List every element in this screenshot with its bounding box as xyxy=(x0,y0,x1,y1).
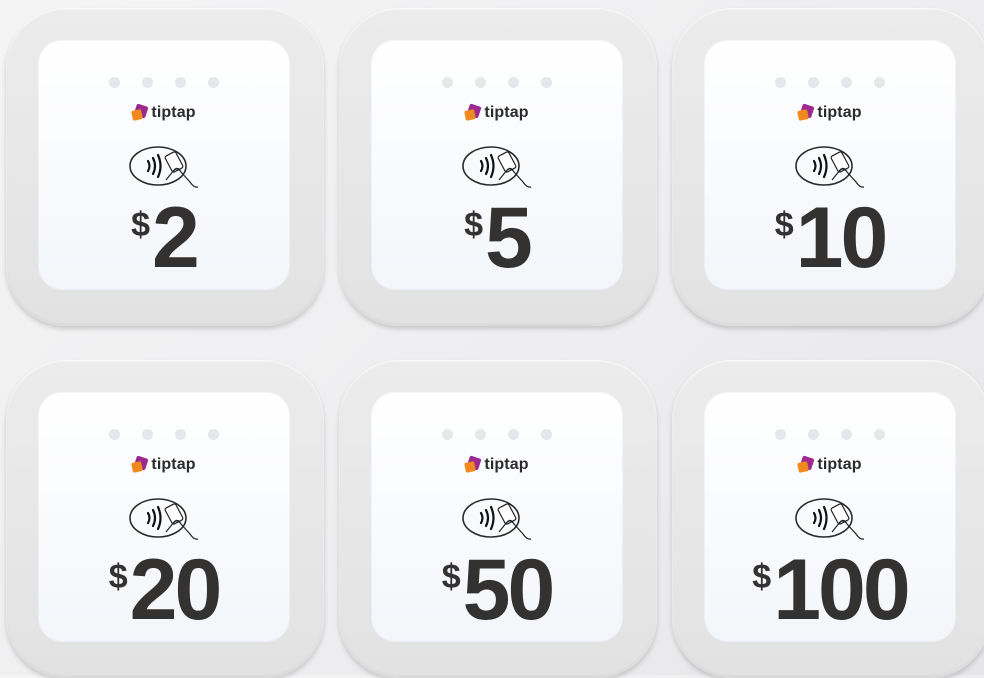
contactless-tap-icon xyxy=(462,498,532,540)
indicator-lights xyxy=(38,77,290,88)
tip-device-20[interactable]: tiptap $ 20 xyxy=(6,360,324,678)
tip-device-2[interactable]: tiptap $ 2 xyxy=(6,8,324,326)
amount-value: 5 xyxy=(485,190,533,286)
brand-name: tiptap xyxy=(817,456,862,473)
contactless-tap-icon xyxy=(462,146,532,188)
currency-symbol: $ xyxy=(464,206,484,244)
brand-name: tiptap xyxy=(817,104,862,121)
tip-device-50[interactable]: tiptap $ 50 xyxy=(339,360,657,678)
device-screen: tiptap $ 5 xyxy=(371,40,623,290)
brand-name: tiptap xyxy=(484,104,529,121)
tiptap-logo-icon xyxy=(131,455,149,473)
indicator-lights xyxy=(704,429,956,440)
brand-logo: tiptap xyxy=(371,455,623,474)
tiptap-logo-icon xyxy=(464,455,482,473)
currency-symbol: $ xyxy=(752,558,772,596)
device-screen: tiptap $ 100 xyxy=(704,392,956,642)
currency-symbol: $ xyxy=(774,206,794,244)
device-screen: tiptap $ 50 xyxy=(371,392,623,642)
amount-value: 20 xyxy=(129,542,223,638)
currency-symbol: $ xyxy=(441,558,461,596)
tiptap-logo-icon xyxy=(797,455,815,473)
tiptap-logo-icon xyxy=(131,103,149,121)
tip-device-100[interactable]: tiptap $ 100 xyxy=(672,360,984,678)
amount-value: 50 xyxy=(462,542,556,638)
currency-symbol: $ xyxy=(131,206,151,244)
brand-logo: tiptap xyxy=(704,103,956,122)
brand-logo: tiptap xyxy=(371,103,623,122)
brand-logo: tiptap xyxy=(38,455,290,474)
indicator-lights xyxy=(38,429,290,440)
brand-logo: tiptap xyxy=(704,455,956,474)
tiptap-logo-icon xyxy=(464,103,482,121)
amount-value: 100 xyxy=(773,542,910,638)
indicator-lights xyxy=(371,77,623,88)
indicator-lights xyxy=(371,429,623,440)
tip-amount: $ 2 xyxy=(38,190,290,286)
device-screen: tiptap $ 2 xyxy=(38,40,290,290)
tip-amount: $ 10 xyxy=(704,190,956,286)
tip-amount: $ 50 xyxy=(371,542,623,638)
tip-amount: $ 100 xyxy=(704,542,956,638)
contactless-tap-icon xyxy=(129,146,199,188)
tiptap-logo-icon xyxy=(797,103,815,121)
device-screen: tiptap $ 20 xyxy=(38,392,290,642)
tip-device-5[interactable]: tiptap $ 5 xyxy=(339,8,657,326)
device-screen: tiptap $ 10 xyxy=(704,40,956,290)
contactless-tap-icon xyxy=(795,498,865,540)
contactless-tap-icon xyxy=(795,146,865,188)
brand-name: tiptap xyxy=(484,456,529,473)
brand-name: tiptap xyxy=(151,104,196,121)
brand-logo: tiptap xyxy=(38,103,290,122)
brand-name: tiptap xyxy=(151,456,196,473)
currency-symbol: $ xyxy=(108,558,128,596)
tip-amount: $ 20 xyxy=(38,542,290,638)
amount-value: 10 xyxy=(795,190,889,286)
indicator-lights xyxy=(704,77,956,88)
tip-device-10[interactable]: tiptap $ 10 xyxy=(672,8,984,326)
amount-value: 2 xyxy=(152,190,200,286)
contactless-tap-icon xyxy=(129,498,199,540)
tip-amount: $ 5 xyxy=(371,190,623,286)
